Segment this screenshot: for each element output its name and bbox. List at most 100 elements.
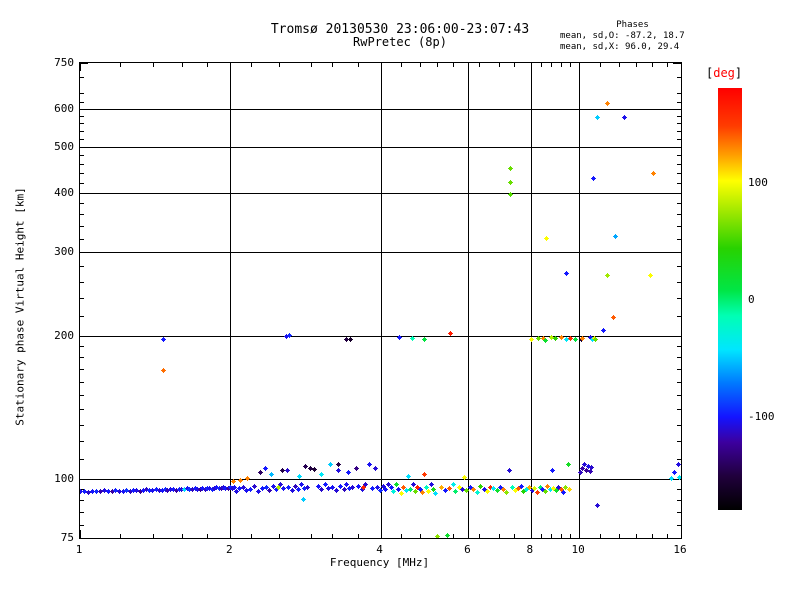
x-tick-minor (420, 63, 421, 67)
y-tick-minor (80, 316, 84, 317)
x-tick-minor (181, 63, 183, 67)
x-tick-minor (513, 63, 515, 67)
y-tick-minor (80, 441, 84, 442)
x-tick-minor (498, 534, 500, 538)
data-point (397, 487, 401, 491)
y-tick-minor (677, 155, 681, 157)
data-point (611, 316, 615, 320)
y-tick-minor (80, 409, 84, 411)
x-tick-minor (332, 63, 334, 67)
data-point (301, 497, 305, 501)
data-point (448, 332, 452, 336)
data-point (313, 468, 316, 472)
y-tick-minor (677, 266, 681, 268)
data-point (463, 476, 467, 480)
y-tick-minor (677, 203, 681, 205)
plot-area (79, 62, 682, 539)
data-point (282, 486, 286, 490)
data-point (561, 491, 565, 494)
y-tick-minor (677, 226, 681, 228)
data-point (590, 466, 594, 470)
data-point (425, 485, 429, 489)
data-point (337, 463, 341, 467)
data-point (379, 488, 382, 492)
y-tick-minor (677, 369, 681, 371)
data-point (263, 467, 267, 471)
x-tick-major (80, 63, 81, 71)
x-tick-minor (181, 534, 183, 538)
y-tick-minor (80, 92, 84, 94)
data-point (580, 467, 584, 471)
data-point (596, 503, 600, 507)
data-point (162, 338, 165, 342)
data-point (114, 489, 118, 492)
x-tick-minor (652, 534, 654, 538)
data-point (420, 491, 424, 494)
data-point (373, 467, 377, 471)
colorbar-bracket-close: ] (734, 66, 743, 80)
data-point (495, 488, 499, 492)
x-tick-minor (207, 534, 209, 538)
x-tick-minor (498, 63, 500, 67)
x-tick-minor (207, 63, 209, 67)
y-tick-minor (677, 346, 681, 348)
y-tick-major (673, 335, 681, 337)
y-tick-minor (677, 281, 681, 283)
data-point (260, 486, 264, 490)
x-tick-minor (401, 63, 403, 67)
x-tick-minor (453, 534, 455, 538)
x-tick-minor (570, 63, 572, 67)
data-point (346, 471, 350, 475)
x-tick-minor (152, 534, 154, 538)
y-tick-label: 500 (54, 139, 74, 153)
data-point (507, 469, 511, 473)
data-point (384, 487, 388, 491)
y-tick-minor (80, 281, 84, 283)
x-tick-minor (636, 63, 637, 67)
gridline-horizontal (80, 252, 681, 253)
data-point (431, 487, 435, 491)
data-point (351, 485, 355, 489)
y-tick-minor (80, 155, 84, 157)
data-point (549, 336, 553, 340)
data-point (257, 489, 261, 493)
data-point (370, 486, 374, 490)
data-point (288, 334, 292, 338)
y-tick-minor (677, 130, 681, 132)
data-point (410, 337, 414, 341)
data-point (394, 483, 398, 487)
data-point (543, 489, 547, 493)
data-point (406, 475, 410, 479)
data-point (330, 485, 334, 489)
data-point (678, 476, 681, 480)
data-point (103, 489, 107, 493)
x-tick-major (468, 63, 470, 71)
x-tick-minor (357, 63, 359, 67)
data-point (429, 483, 433, 487)
data-point (281, 469, 285, 473)
colorbar-unit-text: deg (713, 66, 735, 80)
colorbar-tick-label: -100 (748, 410, 775, 424)
y-tick-major (673, 252, 681, 253)
colorbar-tick-label: 100 (748, 175, 768, 189)
y-tick-minor (80, 123, 84, 125)
data-point (559, 336, 563, 340)
y-tick-minor (677, 395, 681, 396)
data-point (457, 485, 461, 489)
data-point (398, 336, 402, 340)
y-tick-minor (677, 441, 681, 442)
x-tick-minor (541, 63, 543, 67)
data-point (652, 171, 656, 175)
data-point (533, 486, 537, 490)
data-point (568, 337, 572, 341)
y-tick-minor (80, 346, 84, 348)
data-point (106, 490, 110, 494)
data-point (349, 338, 353, 342)
gridline-vertical (468, 63, 470, 538)
x-tick-major (579, 63, 581, 71)
data-point (519, 484, 523, 488)
y-tick-minor (80, 238, 84, 240)
y-tick-label: 600 (54, 102, 74, 115)
x-tick-label: 8 (526, 543, 534, 556)
data-point (411, 483, 415, 487)
